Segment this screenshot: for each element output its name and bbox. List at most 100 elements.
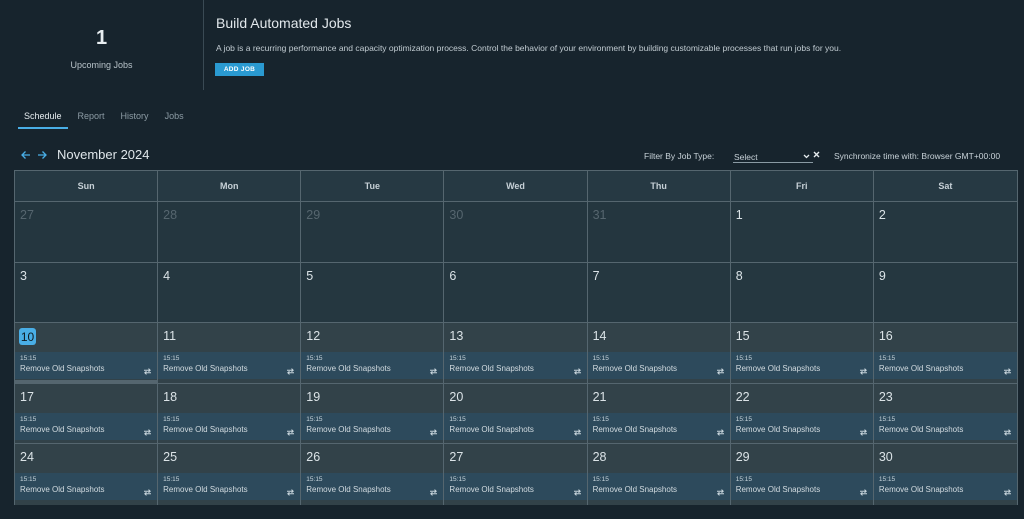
calendar-day-cell[interactable]: 21 15:15 Remove Old Snapshots — [587, 383, 731, 444]
scheduled-job-entry[interactable]: 15:15 Remove Old Snapshots — [730, 352, 873, 380]
scheduled-job-entry[interactable]: 15:15 Remove Old Snapshots — [301, 473, 444, 501]
job-type-filter-select[interactable]: Select — [733, 149, 813, 163]
job-name: Remove Old Snapshots — [163, 485, 248, 495]
job-time: 15:15 — [735, 476, 752, 484]
scheduled-job-entry[interactable]: 15:15 Remove Old Snapshots — [444, 473, 587, 501]
calendar-day-cell[interactable]: 8 — [730, 262, 874, 323]
calendar-day-cell[interactable]: 25 15:15 Remove Old Snapshots — [158, 444, 302, 505]
day-number: 13 — [449, 329, 464, 344]
scheduled-job-entry[interactable]: 15:15 Remove Old Snapshots — [444, 412, 587, 440]
calendar-day-cell[interactable]: 29 — [301, 202, 445, 262]
job-time: 15:15 — [735, 415, 752, 423]
recurring-icon — [143, 484, 152, 497]
calendar-day-cell[interactable]: 27 15:15 Remove Old Snapshots — [444, 444, 588, 505]
job-time: 15:15 — [449, 476, 466, 484]
job-name: Remove Old Snapshots — [449, 485, 534, 495]
job-time: 15:15 — [20, 476, 37, 484]
calendar-day-cell[interactable]: 15 15:15 Remove Old Snapshots — [730, 323, 874, 383]
calendar-day-cell[interactable]: 6 — [444, 262, 588, 323]
day-number: 17 — [20, 389, 34, 404]
job-name: Remove Old Snapshots — [20, 364, 105, 374]
job-name: Remove Old Snapshots — [878, 424, 964, 434]
calendar-day-cell[interactable]: 3 — [15, 262, 159, 323]
calendar-day-cell[interactable]: 11 15:15 Remove Old Snapshots — [158, 323, 302, 383]
recurring-icon — [859, 424, 868, 436]
day-number: 14 — [592, 329, 607, 344]
day-number: 15 — [735, 329, 750, 344]
calendar-day-cell[interactable]: 27 — [15, 202, 159, 262]
recurring-icon — [1003, 484, 1012, 497]
calendar-day-cell[interactable]: 17 15:15 Remove Old Snapshots — [15, 383, 159, 444]
calendar-day-cell[interactable]: 30 15:15 Remove Old Snapshots — [873, 444, 1017, 505]
calendar-day-cell[interactable]: 23 15:15 Remove Old Snapshots — [873, 383, 1017, 444]
calendar-day-cell[interactable]: 28 — [158, 202, 302, 262]
calendar-day-cell[interactable]: 20 15:15 Remove Old Snapshots — [444, 383, 588, 444]
add-job-button[interactable]: ADD JOB — [215, 63, 264, 76]
scheduled-job-entry[interactable]: 15:15 Remove Old Snapshots — [873, 352, 1017, 380]
page-title: Build Automated Jobs — [216, 15, 352, 31]
scheduled-job-entry[interactable]: 15:15 Remove Old Snapshots — [15, 473, 158, 501]
tab-history[interactable]: History — [115, 111, 155, 129]
calendar-day-cell[interactable]: 22 15:15 Remove Old Snapshots — [730, 383, 874, 444]
scheduled-job-entry[interactable]: 15:15 Remove Old Snapshots — [587, 473, 730, 501]
calendar-day-cell[interactable]: 13 15:15 Remove Old Snapshots — [444, 323, 588, 383]
calendar-day-cell[interactable]: 30 — [444, 202, 588, 262]
tab-jobs[interactable]: Jobs — [159, 111, 190, 129]
calendar-day-cell[interactable]: 4 — [158, 262, 302, 323]
day-number: 20 — [449, 389, 464, 404]
scheduled-job-entry[interactable]: 15:15 Remove Old Snapshots — [730, 412, 873, 440]
calendar-day-cell[interactable]: 26 15:15 Remove Old Snapshots — [301, 444, 445, 505]
recurring-icon — [716, 484, 725, 497]
calendar-day-cell[interactable]: 10 15:15 Remove Old Snapshots — [15, 323, 159, 383]
calendar-day-cell[interactable]: 31 — [587, 202, 731, 262]
scheduled-job-entry[interactable]: 15:15 Remove Old Snapshots — [587, 352, 730, 380]
job-time: 15:15 — [735, 355, 752, 363]
job-name: Remove Old Snapshots — [735, 364, 821, 374]
scheduled-job-entry[interactable]: 15:15 Remove Old Snapshots — [15, 412, 158, 440]
scheduled-job-entry[interactable]: 15:15 Remove Old Snapshots — [158, 473, 301, 501]
scheduled-job-entry[interactable]: 15:15 Remove Old Snapshots — [587, 412, 730, 440]
arrow-right-icon[interactable] — [36, 149, 48, 161]
scheduled-job-entry[interactable]: 15:15 Remove Old Snapshots — [873, 412, 1017, 440]
day-number: 1 — [735, 208, 743, 222]
calendar-day-cell[interactable]: 16 15:15 Remove Old Snapshots — [873, 323, 1017, 383]
calendar-day-cell[interactable]: 24 15:15 Remove Old Snapshots — [15, 444, 159, 505]
day-number: 27 — [449, 450, 464, 465]
calendar-day-cell[interactable]: 12 15:15 Remove Old Snapshots — [301, 323, 445, 383]
upcoming-jobs-summary: 1 Upcoming Jobs — [0, 0, 204, 90]
day-number: 27 — [20, 208, 34, 222]
scheduled-job-entry[interactable]: 15:15 Remove Old Snapshots — [873, 473, 1017, 501]
job-time: 15:15 — [592, 476, 609, 484]
calendar-day-cell[interactable]: 9 — [873, 262, 1017, 323]
day-number: 6 — [449, 268, 457, 283]
calendar-day-cell[interactable]: 14 15:15 Remove Old Snapshots — [587, 323, 731, 383]
scheduled-job-entry[interactable]: 15:15 Remove Old Snapshots — [444, 352, 587, 380]
close-icon[interactable] — [813, 150, 820, 160]
recurring-icon — [143, 363, 152, 375]
day-number: 2 — [878, 208, 886, 222]
recurring-icon — [716, 424, 725, 436]
calendar-day-cell[interactable]: 1 — [730, 202, 874, 262]
recurring-icon — [716, 363, 725, 375]
calendar-week-row: 17 15:15 Remove Old Snapshots 18 15:15 Remove… — [15, 383, 1017, 445]
recurring-icon — [1003, 424, 1012, 436]
scheduled-job-entry[interactable]: 15:15 Remove Old Snapshots — [730, 473, 873, 501]
scheduled-job-entry[interactable]: 15:15 Remove Old Snapshots — [158, 352, 301, 380]
scheduled-job-entry[interactable]: 15:15 Remove Old Snapshots — [15, 352, 158, 380]
scheduled-job-entry[interactable]: 15:15 Remove Old Snapshots — [158, 412, 301, 440]
calendar-day-cell[interactable]: 29 15:15 Remove Old Snapshots — [730, 444, 874, 505]
calendar-day-cell[interactable]: 28 15:15 Remove Old Snapshots — [587, 444, 731, 505]
calendar-day-cell[interactable]: 18 15:15 Remove Old Snapshots — [158, 383, 302, 444]
tab-schedule[interactable]: Schedule — [18, 111, 68, 129]
scheduled-job-entry[interactable]: 15:15 Remove Old Snapshots — [301, 352, 444, 380]
calendar-day-cell[interactable]: 2 — [873, 202, 1017, 262]
calendar-day-cell[interactable]: 19 15:15 Remove Old Snapshots — [301, 383, 445, 444]
calendar-day-cell[interactable]: 7 — [587, 262, 731, 323]
job-time: 15:15 — [878, 415, 896, 423]
calendar-day-cell[interactable]: 5 — [301, 262, 445, 323]
scheduled-job-entry[interactable]: 15:15 Remove Old Snapshots — [301, 412, 444, 440]
arrow-left-icon[interactable] — [20, 149, 32, 161]
tab-report[interactable]: Report — [72, 111, 111, 129]
day-number: 25 — [163, 450, 178, 465]
job-time: 15:15 — [449, 415, 466, 423]
